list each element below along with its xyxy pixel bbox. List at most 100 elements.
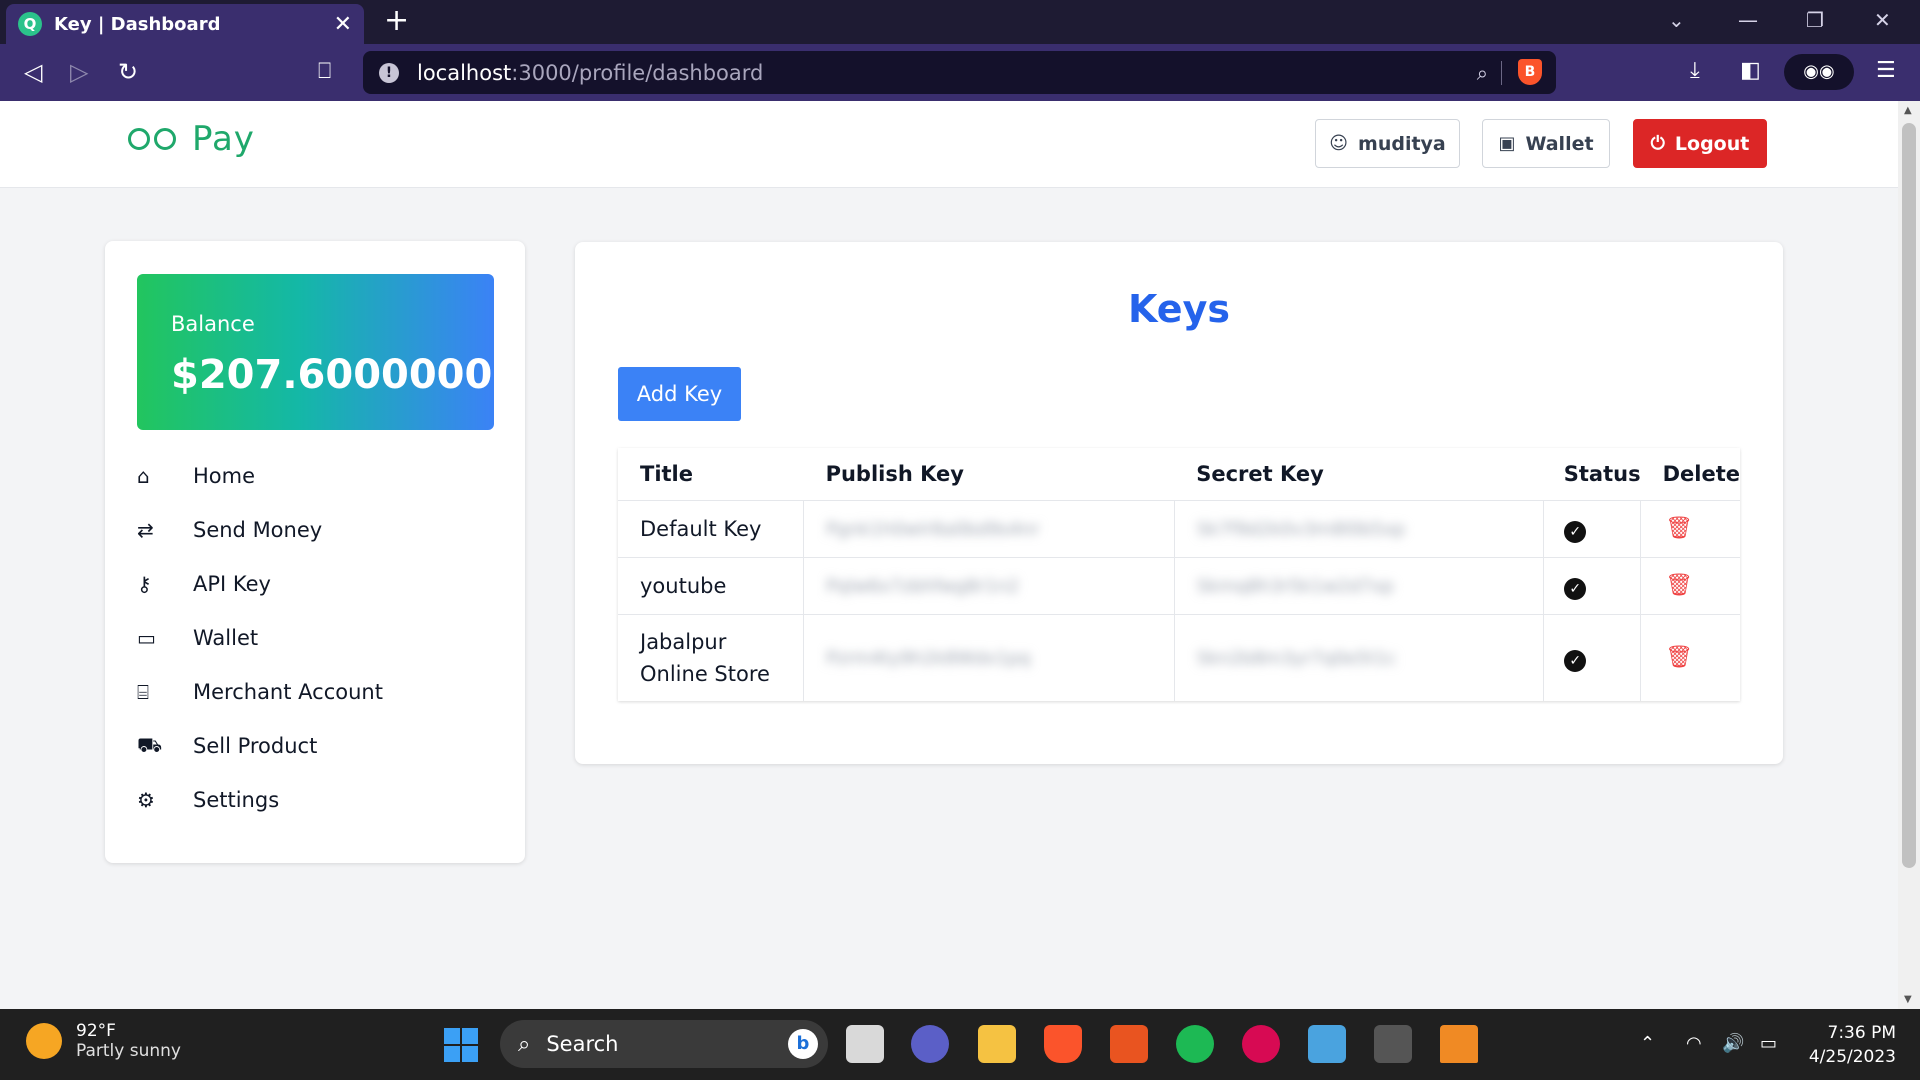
logo[interactable]: Pay	[128, 119, 255, 159]
ubuntu-icon[interactable]	[1110, 1025, 1148, 1063]
url-divider	[1501, 61, 1502, 85]
notepad-icon[interactable]	[1308, 1025, 1346, 1063]
restore-icon[interactable]: ❐	[1806, 8, 1824, 32]
tab-search-chevron-icon[interactable]: ⌄	[1668, 8, 1685, 32]
reload-icon[interactable]: ↻	[118, 58, 138, 86]
sidebar-item-api-key[interactable]: ⚷ API Key	[137, 557, 497, 611]
scroll-down-icon[interactable]: ▼	[1904, 994, 1912, 1005]
zoom-icon[interactable]: ⌕	[1477, 61, 1488, 85]
publish-key-value[interactable]: Pzrm4ty9h2k8Wdx1pq	[826, 648, 1030, 669]
tray-chevron-icon[interactable]: ⌃	[1640, 1033, 1655, 1054]
check-circle-icon: ✓	[1564, 649, 1587, 672]
publish-key-value[interactable]: Pqlw6x7zbhfwg8r1n2	[826, 576, 1019, 597]
taskbar-search[interactable]: ⌕ Search b	[500, 1020, 828, 1068]
logout-button[interactable]: ⏻ Logout	[1633, 119, 1767, 168]
trash-icon[interactable]: 🗑	[1665, 645, 1693, 670]
sidebar-item-sell-product[interactable]: ⛟ Sell Product	[137, 719, 497, 773]
browser-tab-bar: Q Key | Dashboard ✕ + ⌄ — ❐ ✕	[0, 0, 1920, 44]
partly-sunny-icon	[26, 1023, 62, 1059]
wifi-icon[interactable]: ◠	[1686, 1033, 1702, 1054]
weather-widget[interactable]: 92°F Partly sunny	[26, 1021, 181, 1061]
forward-icon[interactable]: ▷	[70, 58, 88, 86]
weather-temp: 92°F	[76, 1021, 116, 1041]
logo-mark-icon	[128, 128, 180, 150]
status-cell: ✓	[1543, 556, 1641, 614]
add-key-button[interactable]: Add Key	[618, 367, 741, 421]
sidebar: Balance $207.60000000 ⌂ Home ⇄ Send Mone…	[105, 241, 525, 863]
brave-browser-icon[interactable]	[1044, 1025, 1082, 1063]
status-cell: ✓	[1543, 613, 1641, 701]
new-tab-icon[interactable]: +	[384, 6, 409, 36]
table-row: Default Key Pgnk1h0wlr8a0bd9s4nr Sk7f9d2…	[618, 499, 1740, 557]
taskbar-search-label: Search	[546, 1032, 619, 1056]
file-explorer-icon[interactable]	[978, 1025, 1016, 1063]
menu-icon[interactable]: ☰	[1876, 58, 1896, 83]
scroll-up-icon[interactable]: ▲	[1904, 105, 1912, 116]
sidebar-toggle-icon[interactable]: ◧	[1740, 58, 1761, 83]
tab-title: Key | Dashboard	[54, 13, 221, 35]
weather-condition: Partly sunny	[76, 1041, 181, 1061]
terminal-preview-icon[interactable]	[1374, 1025, 1412, 1063]
vlc-icon[interactable]	[1440, 1025, 1478, 1063]
secret-key-value[interactable]: Skn2b8m3yr7q0e5t1c	[1197, 648, 1397, 669]
app-header: Pay ☺ muditya ▣ Wallet ⏻ Logout	[0, 101, 1898, 188]
scrollbar-thumb[interactable]	[1902, 123, 1916, 868]
sidebar-item-settings[interactable]: ⚙ Settings	[137, 773, 497, 827]
close-window-icon[interactable]: ✕	[1874, 8, 1891, 32]
bookmark-icon[interactable]: ⎕	[318, 58, 331, 86]
profile-button-label: muditya	[1358, 132, 1446, 155]
trash-icon[interactable]: 🗑	[1665, 516, 1693, 541]
teams-chat-icon[interactable]	[911, 1025, 949, 1063]
debian-icon[interactable]	[1242, 1025, 1280, 1063]
page-viewport: Pay ☺ muditya ▣ Wallet ⏻ Logout Balance …	[0, 101, 1898, 1009]
key-title: Jabalpur Online Store	[618, 613, 804, 701]
secret-key-value[interactable]: Sk7f9d2k0v3m8l0b5xp	[1197, 519, 1405, 540]
battery-icon[interactable]: ▭	[1760, 1033, 1777, 1054]
secret-key-cell: Sk7f9d2k0v3m8l0b5xp	[1173, 499, 1544, 557]
brave-shields-icon[interactable]: B	[1518, 59, 1542, 85]
sidebar-item-send-money[interactable]: ⇄ Send Money	[137, 503, 497, 557]
minimize-icon[interactable]: —	[1738, 8, 1758, 32]
logo-text: Pay	[192, 119, 255, 159]
taskbar: 92°F Partly sunny ⌕ Search b ⌃ ◠ 🔊 ▭ 7:3…	[0, 1009, 1920, 1080]
column-header: Publish Key	[825, 461, 964, 486]
volume-icon[interactable]: 🔊	[1722, 1033, 1744, 1054]
publish-key-value[interactable]: Pgnk1h0wlr8a0bd9s4nr	[826, 519, 1039, 540]
key-title: youtube	[618, 556, 804, 614]
sidebar-item-home[interactable]: ⌂ Home	[137, 449, 497, 503]
site-info-icon[interactable]: !	[379, 62, 399, 83]
url-path: :3000/profile/dashboard	[511, 60, 764, 85]
column-header: Status	[1563, 461, 1641, 486]
column-header: Title	[640, 461, 694, 486]
windows-start-icon[interactable]	[444, 1028, 478, 1062]
task-view-icon[interactable]	[846, 1025, 884, 1063]
browser-tab[interactable]: Q Key | Dashboard ✕	[6, 4, 364, 44]
private-glasses-icon[interactable]: ◉◉	[1784, 54, 1854, 90]
taskbar-clock[interactable]: 7:36 PM 4/25/2023	[1809, 1021, 1896, 1069]
gear-icon: ⚙	[137, 788, 155, 812]
key-icon: ⚷	[137, 572, 152, 596]
wallet-button-label: Wallet	[1525, 132, 1594, 155]
bing-icon[interactable]: b	[788, 1029, 818, 1059]
page-title: Keys	[1128, 287, 1230, 331]
sidebar-item-merchant-account[interactable]: ⌸ Merchant Account	[137, 665, 497, 719]
back-icon[interactable]: ◁	[24, 58, 42, 86]
sidebar-item-wallet[interactable]: ▭ Wallet	[137, 611, 497, 665]
address-bar[interactable]: ! localhost:3000/profile/dashboard ⌕ B	[363, 51, 1556, 94]
profile-button[interactable]: ☺ muditya	[1315, 119, 1460, 168]
key-title: Default Key	[618, 499, 804, 557]
app-green-icon[interactable]	[1176, 1025, 1214, 1063]
balance-label: Balance	[171, 312, 255, 336]
publish-key-cell: Pgnk1h0wlr8a0bd9s4nr	[803, 499, 1175, 557]
delete-cell: 🗑	[1640, 556, 1740, 614]
sidebar-menu: ⌂ Home ⇄ Send Money ⚷ API Key ▭ Wallet ⌸…	[137, 449, 497, 827]
page-scrollbar[interactable]: ▲ ▼	[1898, 101, 1920, 1009]
wallet-button[interactable]: ▣ Wallet	[1482, 119, 1610, 168]
trash-icon[interactable]: 🗑	[1665, 573, 1693, 598]
secret-key-value[interactable]: Skmq8h3r5k1w2d7xp	[1197, 576, 1394, 597]
download-icon[interactable]: ⤓	[1690, 58, 1700, 83]
sidebar-item-label: Send Money	[193, 518, 323, 542]
tab-close-icon[interactable]: ✕	[334, 12, 352, 37]
sidebar-item-label: API Key	[193, 572, 271, 596]
user-icon: ☺	[1329, 133, 1349, 154]
